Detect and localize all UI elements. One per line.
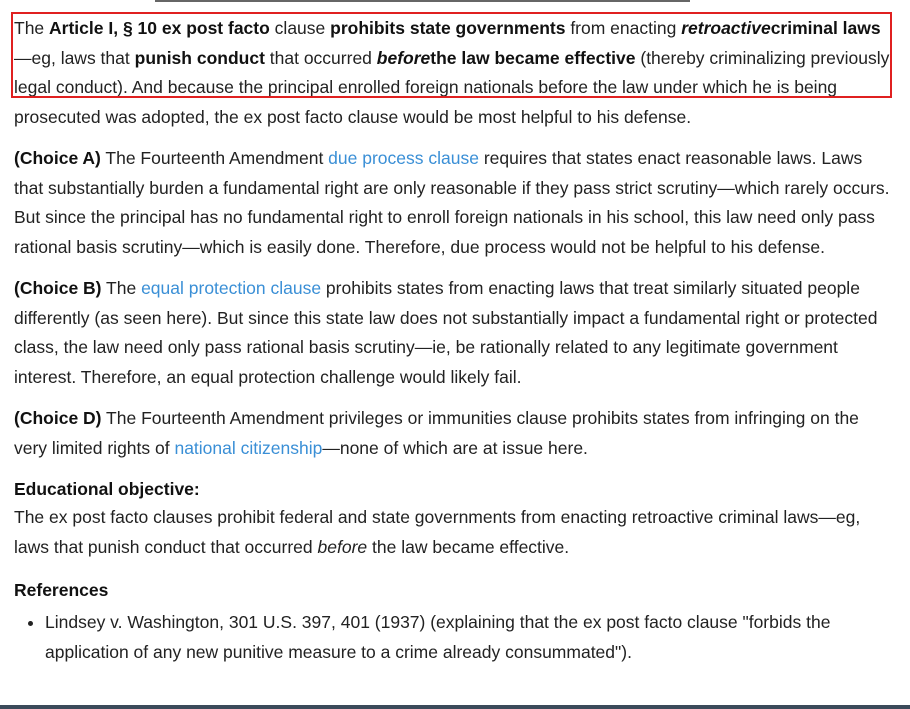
text-run: from enacting bbox=[565, 18, 682, 38]
bold-text: the law became effective bbox=[430, 47, 636, 68]
bold-text: prohibits state governments bbox=[330, 18, 566, 38]
top-divider bbox=[155, 0, 690, 2]
explanation-panel: The Article I, § 10 ex post facto clause… bbox=[14, 14, 894, 667]
italic-text: before bbox=[317, 536, 368, 557]
bold-italic-text: before bbox=[376, 47, 431, 68]
choice-b-explanation: (Choice B) The equal protection clause p… bbox=[14, 274, 894, 392]
text-run: —none of which are at issue here. bbox=[322, 437, 588, 458]
national-citizenship-link[interactable]: national citizenship bbox=[174, 438, 322, 458]
bold-italic-text: retroactive bbox=[681, 18, 771, 38]
text-run: The Fourteenth Amendment bbox=[100, 148, 329, 168]
text-run: —eg, laws that bbox=[14, 47, 135, 68]
choice-a-label: (Choice A) bbox=[14, 148, 101, 168]
text-run: the law became effective. bbox=[367, 536, 570, 557]
choice-d-label: (Choice D) bbox=[14, 408, 102, 428]
text-run: that occurred bbox=[264, 47, 377, 68]
references-heading: References bbox=[14, 580, 109, 600]
choice-b-label: (Choice B) bbox=[14, 278, 102, 298]
equal-protection-link[interactable]: equal protection clause bbox=[141, 278, 321, 298]
objective-text: The ex post facto clauses prohibit feder… bbox=[14, 503, 894, 562]
choice-a-explanation: (Choice A) The Fourteenth Amendment due … bbox=[14, 144, 894, 262]
text-run: The bbox=[14, 18, 50, 38]
bold-text: punish conduct bbox=[134, 47, 265, 68]
bold-text: Article I, § 10 ex post facto bbox=[49, 18, 270, 38]
text-run: clause bbox=[269, 18, 331, 38]
bottom-toolbar-edge bbox=[0, 705, 910, 709]
explanation-paragraph: The Article I, § 10 ex post facto clause… bbox=[14, 14, 894, 132]
choice-d-explanation: (Choice D) The Fourteenth Amendment priv… bbox=[14, 404, 894, 463]
reference-item: Lindsey v. Washington, 301 U.S. 397, 401… bbox=[45, 608, 894, 667]
text-run: The bbox=[101, 278, 142, 298]
objective-heading: Educational objective: bbox=[14, 479, 200, 499]
references-list: Lindsey v. Washington, 301 U.S. 397, 401… bbox=[14, 608, 894, 667]
due-process-link[interactable]: due process clause bbox=[328, 148, 479, 168]
bold-text: criminal laws bbox=[770, 18, 881, 38]
